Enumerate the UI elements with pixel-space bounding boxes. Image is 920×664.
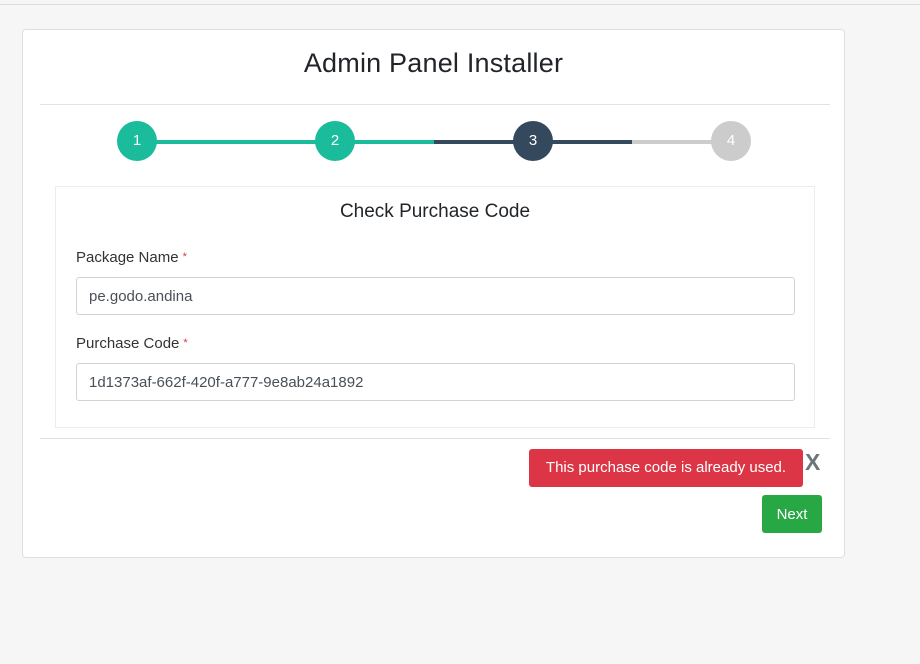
form-title: Check Purchase Code [339, 201, 531, 222]
next-button[interactable]: Next [762, 495, 822, 533]
purchase-code-label-text: Purchase Code [76, 335, 180, 352]
purchase-code-form: Check Purchase Code Package Name* Purcha… [55, 186, 815, 428]
package-name-input[interactable] [76, 277, 795, 315]
step-3[interactable]: 3 [513, 121, 553, 161]
package-name-label: Package Name * [76, 249, 187, 266]
header-divider [40, 104, 830, 105]
required-mark: * [182, 251, 187, 263]
page-title: Admin Panel Installer [303, 48, 564, 78]
step-2[interactable]: 2 [315, 121, 355, 161]
footer-divider [40, 438, 830, 439]
required-mark: * [183, 337, 188, 349]
error-alert: This purchase code is already used. [529, 449, 803, 487]
installer-card: Admin Panel Installer 1 2 3 4 Check Purc… [22, 29, 845, 558]
close-alert-button[interactable]: X [805, 449, 820, 476]
step-4[interactable]: 4 [711, 121, 751, 161]
purchase-code-input[interactable] [76, 363, 795, 401]
stepper-connector-1-2 [137, 140, 335, 144]
top-divider [0, 4, 920, 5]
stepper: 1 2 3 4 [117, 121, 753, 163]
package-name-label-text: Package Name [76, 249, 179, 266]
step-1[interactable]: 1 [117, 121, 157, 161]
purchase-code-label: Purchase Code * [76, 335, 188, 352]
